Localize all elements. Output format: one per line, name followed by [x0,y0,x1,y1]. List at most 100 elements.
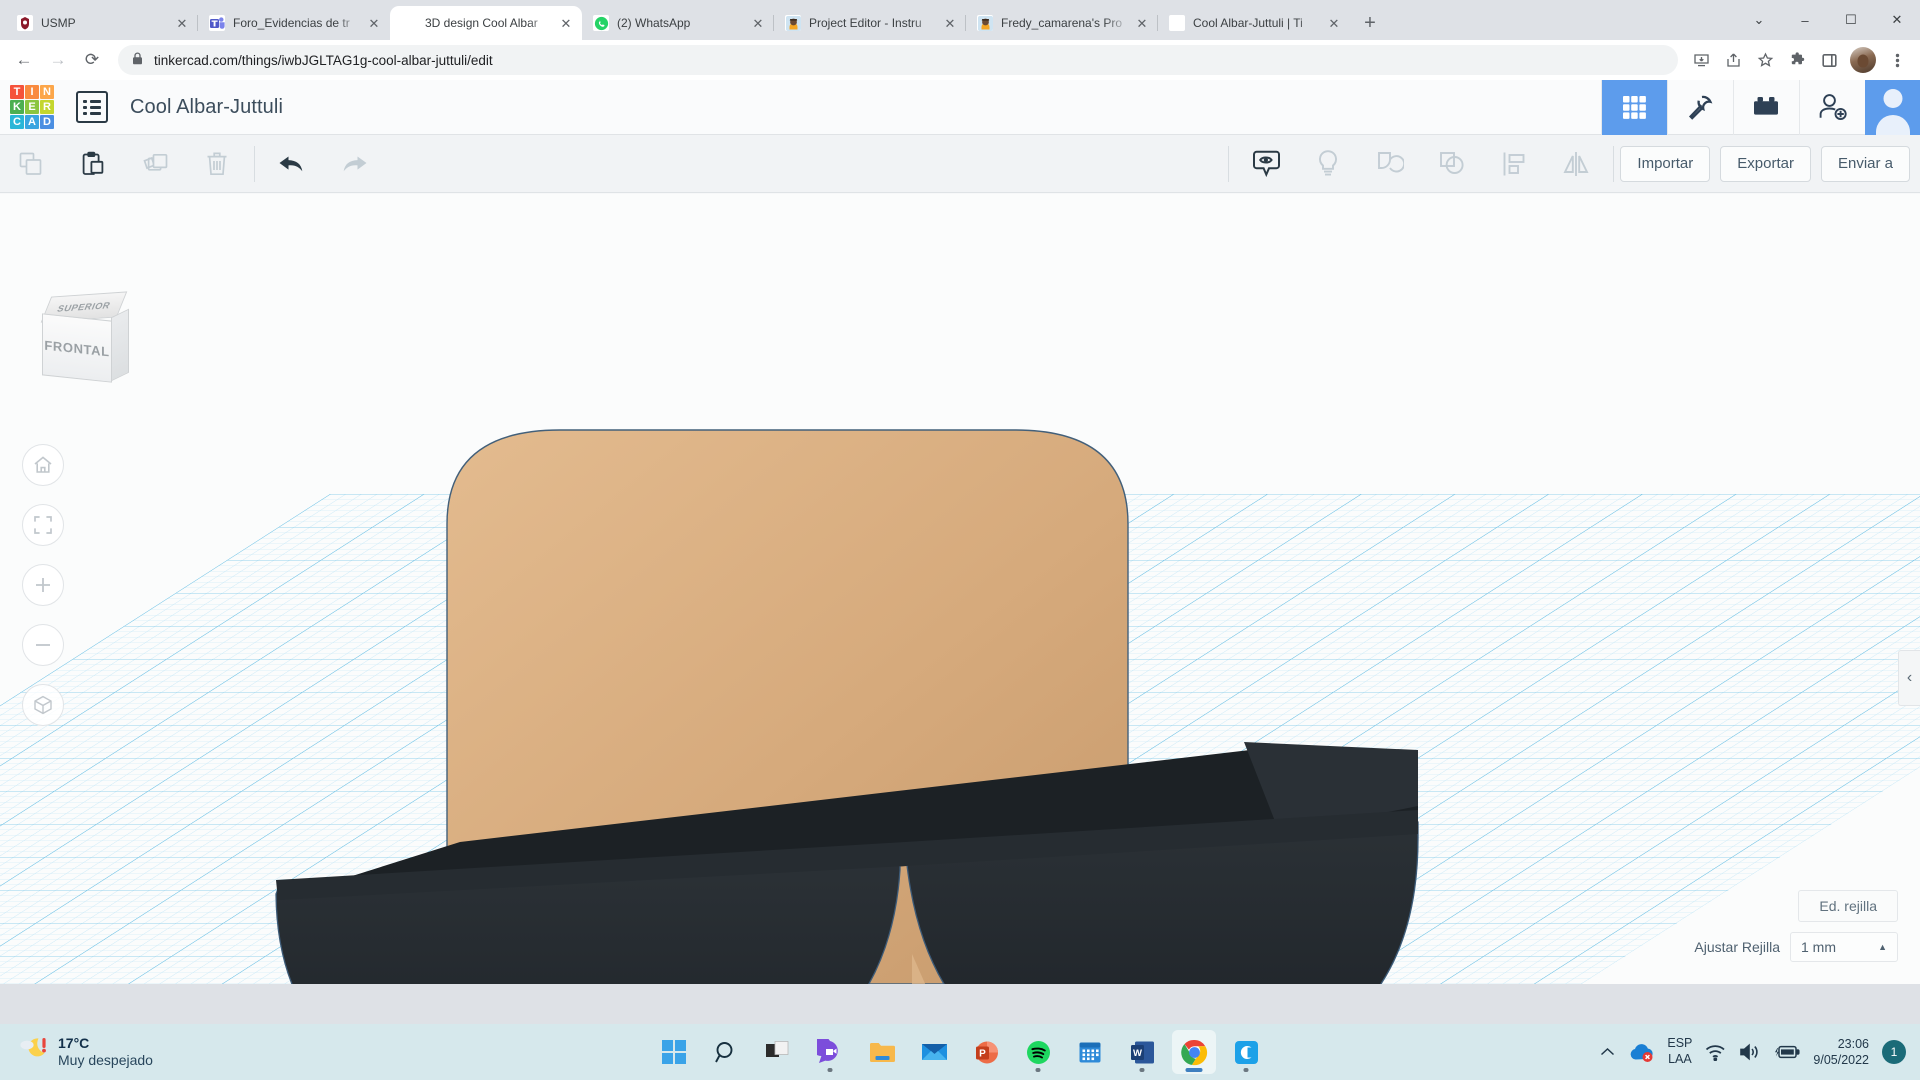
undo-icon[interactable] [261,135,323,193]
browser-tab-cool-albar-juttuli[interactable]: Cool Albar-Juttuli | Ti ✕ [1157,6,1350,40]
chat-teams-icon[interactable] [808,1030,852,1074]
orthographic-toggle-icon[interactable] [22,684,64,726]
chrome-menu-kebab-icon[interactable] [1882,45,1912,75]
clock-time: 23:06 [1837,1036,1869,1051]
window-maximize-button[interactable]: ☐ [1828,0,1874,40]
google-chrome-icon[interactable] [1172,1030,1216,1074]
extensions-puzzle-icon[interactable] [1782,45,1812,75]
calendar-icon[interactable] [1068,1030,1112,1074]
spotify-icon[interactable] [1016,1030,1060,1074]
browser-tab-whatsapp[interactable]: (2) WhatsApp ✕ [582,6,774,40]
wifi-icon[interactable] [1705,1044,1726,1061]
export-button[interactable]: Exportar [1720,145,1811,182]
delete-trash-icon[interactable] [186,135,248,193]
show-hide-eye-icon[interactable] [1235,135,1297,193]
bookmark-star-icon[interactable] [1750,45,1780,75]
mail-icon[interactable] [912,1030,956,1074]
browser-tab-usmp[interactable]: USMP ✕ [6,6,198,40]
browser-tab-fredy-profile[interactable]: Fredy_camarena's Pro ✕ [965,6,1158,40]
file-explorer-icon[interactable] [860,1030,904,1074]
keyboard-language-indicator[interactable]: ESP LAA [1667,1036,1692,1067]
task-view-icon[interactable] [756,1030,800,1074]
keyboard-layout-code: LAA [1668,1052,1692,1066]
tab-close-button[interactable]: ✕ [942,15,958,31]
onedrive-error-icon[interactable] [1628,1042,1654,1062]
volume-icon[interactable] [1739,1043,1761,1061]
send-to-button[interactable]: Enviar a [1820,145,1910,182]
clock-date: 9/05/2022 [1813,1053,1869,1067]
lego-brick-icon[interactable] [1733,80,1799,135]
project-list-icon[interactable] [76,91,108,123]
home-view-icon[interactable] [22,444,64,486]
fit-to-view-icon[interactable] [22,504,64,546]
redo-icon[interactable] [323,135,385,193]
logo-tile-r: R [40,100,54,114]
grid-snap-select[interactable]: 1 mm ▲ [1790,932,1898,962]
new-tab-button[interactable]: + [1356,9,1384,37]
viewcube-front-face[interactable]: FRONTAL [42,313,112,383]
taskbar-weather-widget[interactable]: 17°C Muy despejado [18,1035,153,1070]
tab-close-button[interactable]: ✕ [1134,15,1150,31]
tab-search-button[interactable]: ⌄ [1736,0,1782,40]
mirror-icon[interactable] [1545,135,1607,193]
browser-tab-foro-evidencias[interactable]: Foro_Evidencias de tr ✕ [197,6,390,40]
taskbar-clock[interactable]: 23:06 9/05/2022 [1813,1036,1869,1069]
usmp-crest-icon [17,15,33,31]
powerpoint-icon[interactable]: P [964,1030,1008,1074]
view-orientation-cube[interactable]: SUPERIOR FRONTAL [40,291,130,390]
user-avatar[interactable] [1865,80,1920,135]
invite-person-icon[interactable] [1799,80,1865,135]
browser-tab-3d-design-active[interactable]: 3D design Cool Albar ✕ [390,6,582,40]
search-icon[interactable] [704,1030,748,1074]
note-lightbulb-icon[interactable] [1297,135,1359,193]
grid-snap-row: Ajustar Rejilla 1 mm ▲ [1694,932,1898,962]
back-button[interactable]: ← [8,44,40,76]
app-c-icon[interactable] [1224,1030,1268,1074]
tab-title: (2) WhatsApp [617,16,691,30]
history-actions-group [261,135,385,193]
tab-close-button[interactable]: ✕ [174,15,190,31]
address-bar[interactable]: tinkercad.com/things/iwbJGLTAG1g-cool-al… [118,45,1678,75]
copy-icon[interactable] [0,135,62,193]
tab-close-button[interactable]: ✕ [366,15,382,31]
browser-tab-project-editor[interactable]: Project Editor - Instru ✕ [773,6,966,40]
window-close-button[interactable]: ✕ [1874,0,1920,40]
collapse-panel-button[interactable]: ‹ [1898,650,1920,706]
weather-text: 17°C Muy despejado [58,1035,153,1070]
zoom-out-icon[interactable] [22,624,64,666]
blocks-grid-icon[interactable] [1601,80,1667,135]
share-icon[interactable] [1718,45,1748,75]
tab-close-button[interactable]: ✕ [750,15,766,31]
profile-avatar-icon[interactable] [1850,47,1876,73]
import-button[interactable]: Importar [1620,145,1711,182]
battery-charging-icon[interactable] [1774,1044,1800,1060]
windows-start-icon[interactable] [652,1030,696,1074]
word-icon[interactable]: W [1120,1030,1164,1074]
paste-icon[interactable] [62,135,124,193]
tinkercad-header: T I N K E R C A D Cool Albar-Juttuli [0,80,1920,135]
3d-viewport-canvas[interactable]: SUPERIOR FRONTAL Ed. rejilla Ajustar Rej… [0,194,1920,984]
viewcube-side-face[interactable] [111,308,129,382]
forward-button[interactable]: → [42,44,74,76]
whatsapp-icon [593,15,609,31]
zoom-in-icon[interactable] [22,564,64,606]
logo-tile-c: C [10,115,24,129]
align-icon[interactable] [1483,135,1545,193]
minecraft-pickaxe-icon[interactable] [1667,80,1733,135]
ungroup-shapes-icon[interactable] [1421,135,1483,193]
notification-badge[interactable]: 1 [1882,1040,1906,1064]
page-title[interactable]: Cool Albar-Juttuli [130,96,283,119]
tab-close-button[interactable]: ✕ [1326,15,1342,31]
omnibox-icons [1686,45,1912,75]
side-panel-icon[interactable] [1814,45,1844,75]
install-app-icon[interactable] [1686,45,1716,75]
tinkercad-logo[interactable]: T I N K E R C A D [10,85,54,129]
edit-grid-button[interactable]: Ed. rejilla [1798,890,1898,922]
tray-chevron-up-icon[interactable] [1600,1047,1615,1057]
duplicate-icon[interactable] [124,135,186,193]
window-minimize-button[interactable]: – [1782,0,1828,40]
instructables-icon [785,15,801,31]
reload-button[interactable]: ⟳ [76,44,108,76]
tab-close-button[interactable]: ✕ [558,15,574,31]
group-shapes-icon[interactable] [1359,135,1421,193]
